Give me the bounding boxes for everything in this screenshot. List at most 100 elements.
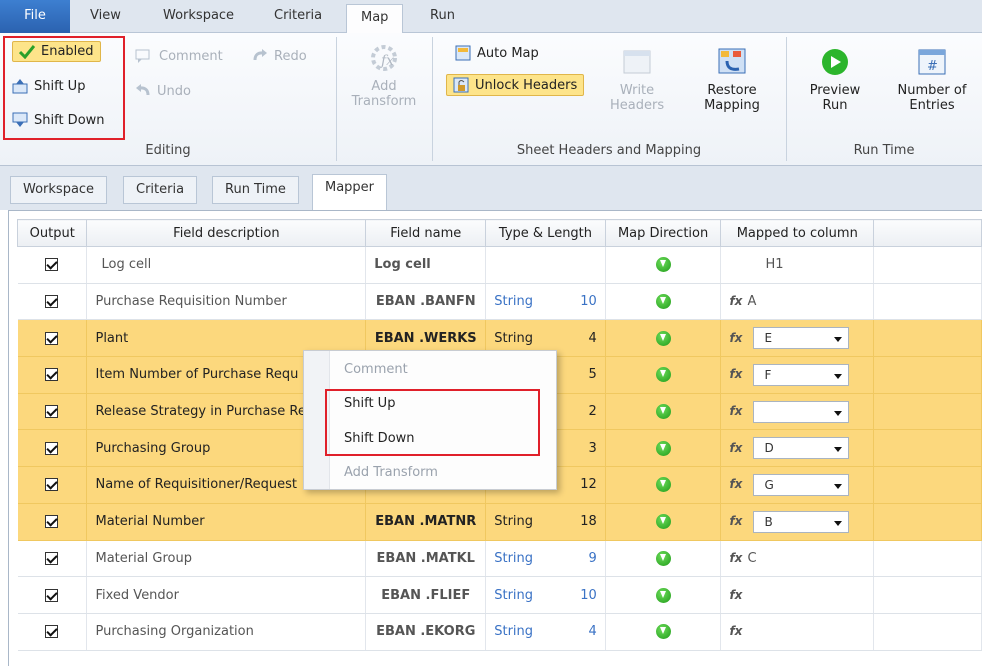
map-direction-down-icon[interactable] [655,514,671,530]
transform-icon[interactable]: fx [729,331,747,345]
field-type: String [494,294,534,310]
tab-run-time-doc[interactable]: Run Time [212,176,299,204]
table-row-selected[interactable]: Material Number EBAN .MATNR String 18 fx B [17,503,982,541]
col-header-field-description[interactable]: Field description [86,219,367,247]
comment-button[interactable]: Comment [135,48,223,64]
context-menu-add-transform[interactable]: Add Transform [344,465,438,480]
context-menu-comment[interactable]: Comment [344,362,408,377]
output-checkbox[interactable] [45,368,59,382]
map-direction-down-icon[interactable] [655,367,671,383]
restore-mapping-button[interactable]: Restore Mapping [694,47,770,113]
col-header-field-name[interactable]: Field name [365,219,487,247]
table-row[interactable]: Purchase Requisition Number EBAN .BANFN … [17,283,982,321]
tab-criteria[interactable]: Criteria [274,8,322,23]
table-row[interactable]: Material Group EBAN .MATKL String 9 fx C [17,540,982,578]
output-checkbox[interactable] [45,441,59,455]
tab-criteria-doc[interactable]: Criteria [123,176,198,204]
map-direction-down-icon[interactable] [655,330,671,346]
transform-icon[interactable]: fx [729,367,747,381]
table-row[interactable]: Purchasing Organization EBAN .EKORG Stri… [17,613,982,651]
field-type: String [494,330,534,346]
redo-label: Redo [274,48,307,64]
map-direction-down-icon[interactable] [655,294,671,310]
unlock-headers-button[interactable]: Unlock Headers [446,74,585,96]
map-direction-down-icon[interactable] [655,257,671,273]
tab-map[interactable]: Map [346,4,404,34]
table-row[interactable]: Fixed Vendor EBAN .FLIEF String 10 fx [17,576,982,614]
output-checkbox[interactable] [45,625,59,639]
field-description: Item Number of Purchase Requ [95,367,299,383]
mapped-column-dropdown[interactable]: E [753,327,850,350]
tab-workspace-doc[interactable]: Workspace [10,176,108,204]
field-name: EBAN .BANFN [375,294,476,310]
mapped-column-dropdown[interactable]: G [753,473,850,496]
transform-icon[interactable]: fx [729,514,747,528]
hash-table-icon: # [918,49,946,75]
field-length: 2 [588,404,597,420]
output-checkbox[interactable] [45,405,59,419]
output-checkbox[interactable] [45,478,59,492]
auto-map-label: Auto Map [477,45,539,61]
tab-workspace[interactable]: Workspace [163,8,234,23]
redo-button[interactable]: Redo [252,48,307,64]
write-headers-button[interactable]: Write Headers [610,47,664,113]
preview-run-button[interactable]: Preview Run [800,47,870,113]
output-checkbox[interactable] [45,331,59,345]
col-header-type-length[interactable]: Type & Length [485,219,606,247]
output-checkbox[interactable] [45,515,59,529]
transform-icon[interactable]: fx [729,441,747,455]
output-checkbox[interactable] [45,258,59,272]
svg-text:#: # [927,59,938,74]
output-checkbox[interactable] [45,295,59,309]
dropdown-value: G [764,477,774,492]
col-header-empty [873,219,982,247]
output-checkbox[interactable] [45,588,59,602]
field-description: Purchase Requisition Number [95,294,287,310]
map-direction-down-icon[interactable] [655,624,671,640]
unlock-headers-label: Unlock Headers [475,77,578,93]
field-type: String [494,514,534,530]
field-name: EBAN .EKORG [376,624,476,640]
transform-icon[interactable]: fx [729,624,747,638]
field-description: Release Strategy in Purchase Re [95,404,306,420]
col-header-map-direction[interactable]: Map Direction [604,219,722,247]
header-row: Output Field description Field name Type… [16,219,982,247]
mapped-column-dropdown[interactable]: B [753,510,850,533]
tab-view[interactable]: View [90,8,121,23]
tab-mapper[interactable]: Mapper [312,174,388,210]
table-row[interactable]: Log cell Log cell H1 [17,246,982,284]
field-description: Purchasing Group [95,440,211,456]
map-direction-down-icon[interactable] [655,404,671,420]
transform-icon[interactable]: fx [729,588,747,602]
mapped-column-dropdown[interactable]: D [753,437,850,460]
field-description: Material Group [95,550,193,566]
mapped-column-dropdown[interactable]: F [753,363,850,386]
transform-icon[interactable]: fx [729,294,747,308]
mapped-column: A [747,294,757,310]
menu-tab-bar: File View Workspace Criteria Map Run [0,0,982,34]
map-direction-down-icon[interactable] [655,477,671,493]
number-of-entries-button[interactable]: # Number of Entries [892,47,972,113]
output-checkbox[interactable] [45,551,59,565]
number-of-entries-label: Number of Entries [897,83,967,113]
transform-icon[interactable]: fx [729,477,747,491]
dropdown-value: E [764,331,773,346]
field-name: EBAN .WERKS [374,330,477,346]
undo-button[interactable]: Undo [135,83,191,99]
write-headers-icon [623,50,651,74]
col-header-output[interactable]: Output [16,219,88,247]
col-header-mapped-to-column[interactable]: Mapped to column [720,219,875,247]
auto-map-button[interactable]: Auto Map [455,45,539,61]
mapped-column: C [747,550,757,566]
transform-icon[interactable]: fx [729,404,747,418]
map-direction-down-icon[interactable] [655,587,671,603]
mapped-column-dropdown[interactable] [753,400,850,423]
field-name: EBAN .MATNR [375,514,477,530]
editing-group-label: Editing [145,143,191,158]
transform-icon[interactable]: fx [729,551,747,565]
tab-file[interactable]: File [0,0,70,33]
map-direction-down-icon[interactable] [655,550,671,566]
map-direction-down-icon[interactable] [655,440,671,456]
add-transform-button[interactable]: fx Add Transform [344,43,424,109]
tab-run[interactable]: Run [430,8,455,23]
